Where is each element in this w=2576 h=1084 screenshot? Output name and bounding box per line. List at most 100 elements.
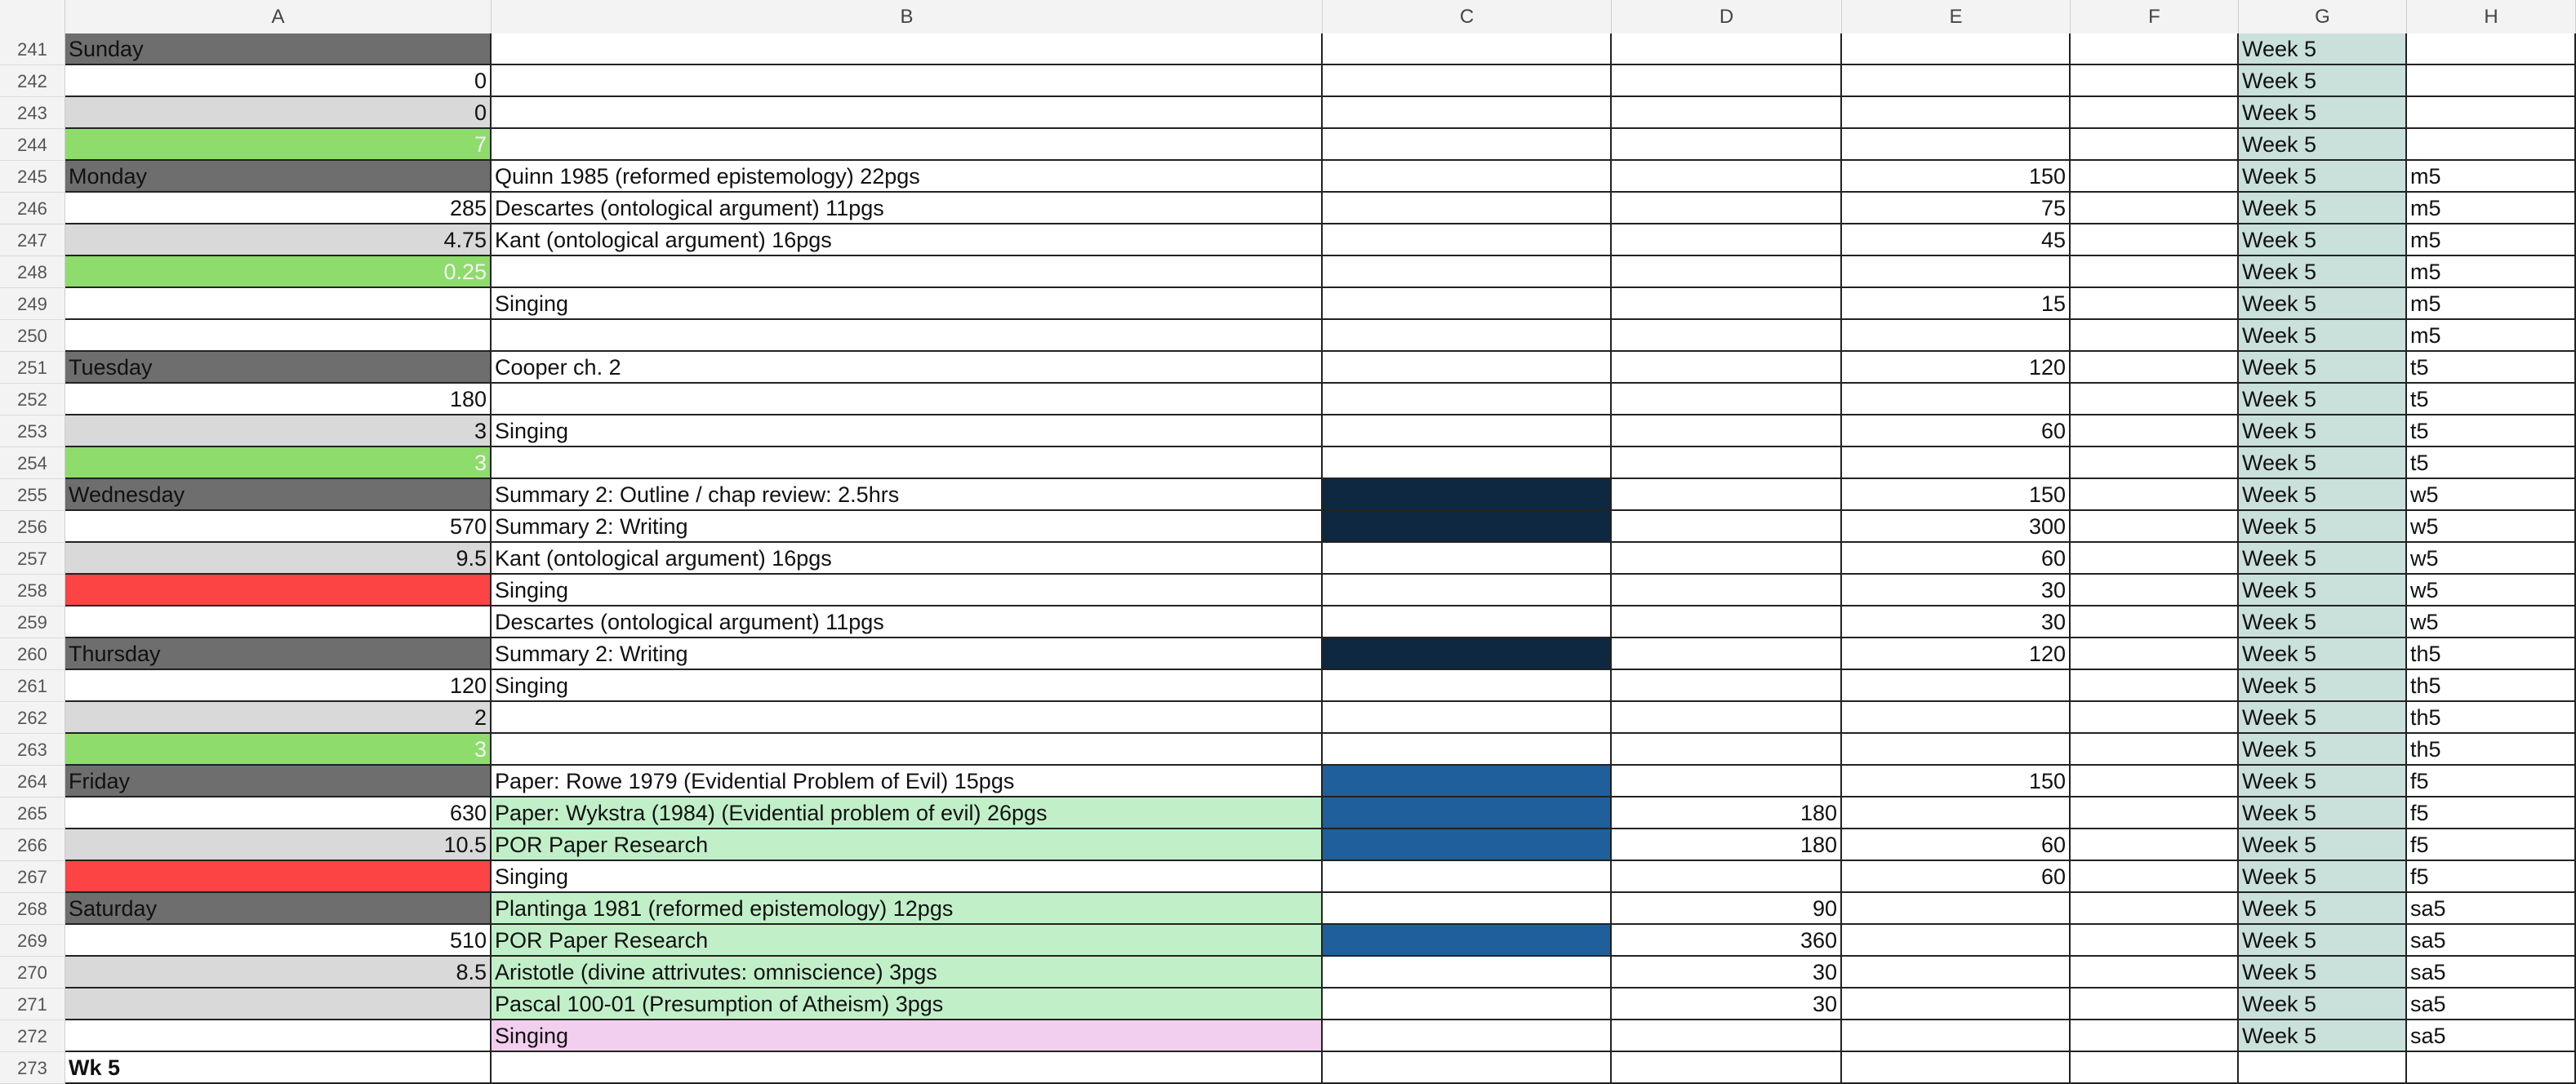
cell-e[interactable] (1842, 1052, 2071, 1084)
row-number[interactable]: 260 (0, 638, 65, 670)
cell-h[interactable]: w5 (2407, 543, 2576, 575)
cell-c[interactable] (1323, 957, 1612, 988)
cell-g[interactable]: Week 5 (2239, 957, 2407, 988)
cell-g[interactable]: Week 5 (2239, 1020, 2407, 1052)
cell-c[interactable] (1323, 65, 1612, 97)
cell-f[interactable] (2071, 288, 2239, 320)
cell-g[interactable]: Week 5 (2239, 606, 2407, 638)
cell-e[interactable] (1842, 797, 2071, 829)
cell-h[interactable]: sa5 (2407, 957, 2576, 988)
cell-e[interactable]: 60 (1842, 861, 2071, 893)
cell-f[interactable] (2071, 861, 2239, 893)
cell-d[interactable] (1612, 734, 1842, 766)
cell-d[interactable] (1612, 97, 1842, 129)
cell-c[interactable] (1323, 543, 1612, 575)
cell-g[interactable]: Week 5 (2239, 988, 2407, 1020)
cell-f[interactable] (2071, 606, 2239, 638)
cell-g[interactable]: Week 5 (2239, 256, 2407, 288)
cell-e[interactable] (1842, 925, 2071, 957)
cell-a[interactable]: 8.5 (65, 957, 492, 988)
cell-e[interactable]: 30 (1842, 575, 2071, 606)
cell-f[interactable] (2071, 511, 2239, 543)
cell-e[interactable]: 45 (1842, 224, 2071, 256)
row-number[interactable]: 269 (0, 925, 65, 957)
cell-b[interactable]: Kant (ontological argument) 16pgs (492, 543, 1323, 575)
cell-f[interactable] (2071, 447, 2239, 479)
cell-c[interactable] (1323, 97, 1612, 129)
cell-c[interactable] (1323, 511, 1612, 543)
cell-f[interactable] (2071, 479, 2239, 511)
cell-f[interactable] (2071, 33, 2239, 65)
cell-a[interactable]: Saturday (65, 893, 492, 925)
cell-d[interactable] (1612, 193, 1842, 224)
column-header-f[interactable]: F (2071, 0, 2239, 33)
cell-h[interactable]: sa5 (2407, 893, 2576, 925)
cell-f[interactable] (2071, 193, 2239, 224)
cell-h[interactable]: f5 (2407, 861, 2576, 893)
cell-f[interactable] (2071, 988, 2239, 1020)
cell-f[interactable] (2071, 65, 2239, 97)
cell-c[interactable] (1323, 193, 1612, 224)
row-number[interactable]: 270 (0, 957, 65, 988)
cell-c[interactable] (1323, 702, 1612, 734)
row-number[interactable]: 264 (0, 766, 65, 797)
cell-h[interactable]: w5 (2407, 575, 2576, 606)
row-number[interactable]: 255 (0, 479, 65, 511)
cell-f[interactable] (2071, 829, 2239, 861)
cell-g[interactable]: Week 5 (2239, 193, 2407, 224)
cell-c[interactable] (1323, 638, 1612, 670)
cell-b[interactable]: Singing (492, 1020, 1323, 1052)
row-number[interactable]: 263 (0, 734, 65, 766)
cell-f[interactable] (2071, 1020, 2239, 1052)
cell-a[interactable] (65, 988, 492, 1020)
row-number[interactable]: 246 (0, 193, 65, 224)
cell-g[interactable]: Week 5 (2239, 893, 2407, 925)
row-number[interactable]: 272 (0, 1020, 65, 1052)
cell-d[interactable] (1612, 33, 1842, 65)
cell-a[interactable]: 3 (65, 415, 492, 447)
row-number[interactable]: 261 (0, 670, 65, 702)
cell-e[interactable] (1842, 447, 2071, 479)
cell-e[interactable] (1842, 734, 2071, 766)
cell-c[interactable] (1323, 352, 1612, 384)
cell-h[interactable] (2407, 65, 2576, 97)
cell-a[interactable]: 7 (65, 129, 492, 161)
cell-g[interactable] (2239, 1052, 2407, 1084)
row-number[interactable]: 242 (0, 65, 65, 97)
cell-h[interactable]: m5 (2407, 193, 2576, 224)
row-number[interactable]: 268 (0, 893, 65, 925)
cell-g[interactable]: Week 5 (2239, 384, 2407, 415)
cell-c[interactable] (1323, 129, 1612, 161)
cell-f[interactable] (2071, 893, 2239, 925)
cell-c[interactable] (1323, 893, 1612, 925)
row-number[interactable]: 248 (0, 256, 65, 288)
cell-g[interactable]: Week 5 (2239, 575, 2407, 606)
cell-a[interactable]: 2 (65, 702, 492, 734)
cell-d[interactable] (1612, 161, 1842, 193)
cell-h[interactable]: m5 (2407, 288, 2576, 320)
cell-a[interactable]: Friday (65, 766, 492, 797)
cell-c[interactable] (1323, 575, 1612, 606)
cell-g[interactable]: Week 5 (2239, 638, 2407, 670)
cell-f[interactable] (2071, 575, 2239, 606)
cell-g[interactable]: Week 5 (2239, 479, 2407, 511)
cell-a[interactable] (65, 288, 492, 320)
cell-f[interactable] (2071, 957, 2239, 988)
cell-c[interactable] (1323, 861, 1612, 893)
cell-e[interactable] (1842, 957, 2071, 988)
row-number[interactable]: 256 (0, 511, 65, 543)
cell-e[interactable] (1842, 320, 2071, 352)
cell-c[interactable] (1323, 988, 1612, 1020)
cell-e[interactable]: 60 (1842, 829, 2071, 861)
cell-g[interactable]: Week 5 (2239, 670, 2407, 702)
cell-e[interactable] (1842, 256, 2071, 288)
row-number[interactable]: 265 (0, 797, 65, 829)
select-all-corner[interactable] (0, 0, 65, 33)
cell-a[interactable]: 180 (65, 384, 492, 415)
cell-a[interactable]: 0 (65, 97, 492, 129)
cell-a[interactable]: Wk 5 (65, 1052, 492, 1084)
cell-h[interactable] (2407, 97, 2576, 129)
cell-b[interactable]: Cooper ch. 2 (492, 352, 1323, 384)
cell-d[interactable] (1612, 511, 1842, 543)
cell-b[interactable]: Descartes (ontological argument) 11pgs (492, 606, 1323, 638)
